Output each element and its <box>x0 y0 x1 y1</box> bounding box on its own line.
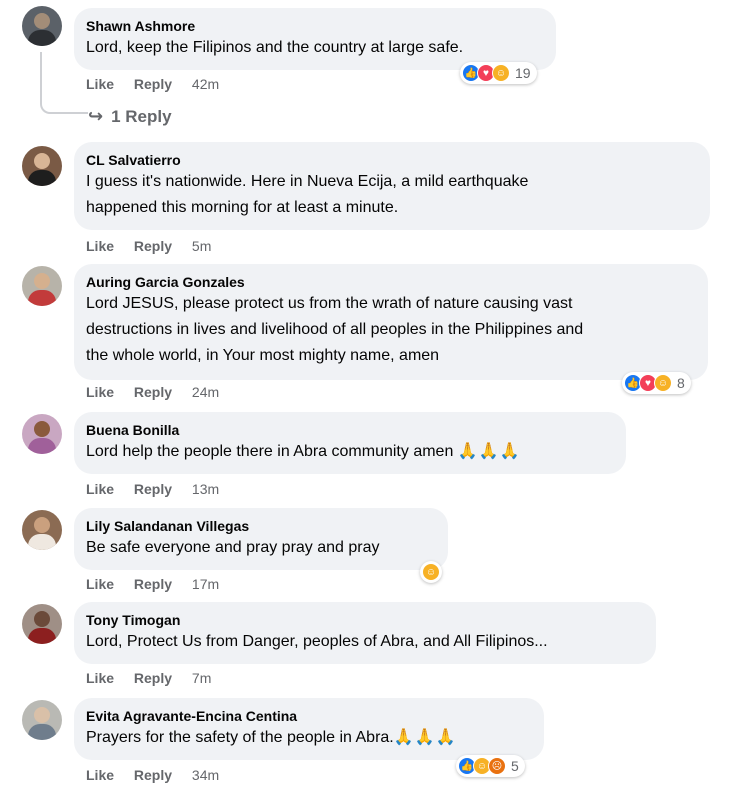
comment-actions: Like Reply 42m <box>86 76 235 92</box>
avatar[interactable] <box>22 510 62 550</box>
comment-actions: Like Reply 17m <box>86 576 235 592</box>
comment-actions: Like Reply 5m <box>86 238 227 254</box>
praying-hands-emoji: 🙏🙏🙏 <box>393 729 457 746</box>
comment-bubble: CL Salvatierro I guess it's nationwide. … <box>74 142 710 230</box>
comment-actions: Like Reply 7m <box>86 670 227 686</box>
timestamp[interactable]: 24m <box>192 384 219 400</box>
comment-actions: Like Reply 24m <box>86 384 235 400</box>
reply-button[interactable]: Reply <box>134 238 172 254</box>
reply-button[interactable]: Reply <box>134 384 172 400</box>
reaction-summary[interactable]: 👍 ♥ ☺ 8 <box>622 372 691 394</box>
comment-text: I guess it's nationwide. Here in Nueva E… <box>86 173 529 190</box>
commenter-name[interactable]: Shawn Ashmore <box>86 17 544 35</box>
timestamp[interactable]: 17m <box>192 576 219 592</box>
comment-text: the whole world, in Your most mighty nam… <box>86 347 440 364</box>
reaction-count: 5 <box>511 758 519 774</box>
reaction-count: 8 <box>677 375 685 391</box>
avatar[interactable] <box>22 414 62 454</box>
reaction-summary[interactable]: ☺ <box>420 561 442 583</box>
comment-bubble: Lily Salandanan Villegas Be safe everyon… <box>74 508 448 570</box>
comment-actions: Like Reply 13m <box>86 481 235 497</box>
comment-bubble: Evita Agravante-Encina Centina Prayers f… <box>74 698 544 760</box>
avatar[interactable] <box>22 700 62 740</box>
comment-text: Lord help the people there in Abra commu… <box>86 439 614 465</box>
timestamp[interactable]: 7m <box>192 670 211 686</box>
comment-text: happened this morning for at least a min… <box>86 199 399 216</box>
comment-text: Be safe everyone and pray pray and pray <box>86 539 380 556</box>
like-button[interactable]: Like <box>86 384 114 400</box>
comment-text: Lord, keep the Filipinos and the country… <box>86 39 464 56</box>
timestamp[interactable]: 34m <box>192 767 219 783</box>
comment-text: Lord, Protect Us from Danger, peoples of… <box>86 633 548 650</box>
comment-actions: Like Reply 34m <box>86 767 235 783</box>
view-replies-label: 1 Reply <box>111 106 172 126</box>
like-button[interactable]: Like <box>86 238 114 254</box>
praying-hands-emoji: 🙏🙏🙏 <box>457 443 521 460</box>
reply-button[interactable]: Reply <box>134 767 172 783</box>
care-reaction-icon: ☺ <box>492 64 510 82</box>
like-button[interactable]: Like <box>86 481 114 497</box>
avatar[interactable] <box>22 146 62 186</box>
comment-text: destructions in lives and livelihood of … <box>86 321 584 338</box>
like-button[interactable]: Like <box>86 76 114 92</box>
reply-button[interactable]: Reply <box>134 76 172 92</box>
like-button[interactable]: Like <box>86 576 114 592</box>
avatar[interactable] <box>22 266 62 306</box>
like-button[interactable]: Like <box>86 670 114 686</box>
reaction-count: 19 <box>515 65 531 81</box>
reply-button[interactable]: Reply <box>134 481 172 497</box>
reaction-summary[interactable]: 👍 ♥ ☺ 19 <box>460 62 537 84</box>
timestamp[interactable]: 13m <box>192 481 219 497</box>
comment-bubble: Auring Garcia Gonzales Lord JESUS, pleas… <box>74 264 708 380</box>
comment-bubble: Tony Timogan Lord, Protect Us from Dange… <box>74 602 656 664</box>
comment-text-body: Lord help the people there in Abra commu… <box>86 443 454 460</box>
care-reaction-icon: ☺ <box>422 563 440 581</box>
timestamp[interactable]: 42m <box>192 76 219 92</box>
reply-arrow-icon: ↪ <box>88 106 104 126</box>
commenter-name[interactable]: Lily Salandanan Villegas <box>86 517 436 535</box>
like-button[interactable]: Like <box>86 767 114 783</box>
comment-text: Prayers for the safety of the people in … <box>86 725 532 751</box>
angry-reaction-icon: ☹ <box>488 757 506 775</box>
view-replies-link[interactable]: ↪ 1 Reply <box>88 106 172 127</box>
avatar[interactable] <box>22 604 62 644</box>
commenter-name[interactable]: CL Salvatierro <box>86 151 698 169</box>
comment-bubble: Buena Bonilla Lord help the people there… <box>74 412 626 474</box>
care-reaction-icon: ☺ <box>654 374 672 392</box>
commenter-name[interactable]: Tony Timogan <box>86 611 644 629</box>
reply-button[interactable]: Reply <box>134 576 172 592</box>
comment-bubble: Shawn Ashmore Lord, keep the Filipinos a… <box>74 8 556 70</box>
commenter-name[interactable]: Buena Bonilla <box>86 421 614 439</box>
comment-text: Lord JESUS, please protect us from the w… <box>86 295 573 312</box>
commenter-name[interactable]: Evita Agravante-Encina Centina <box>86 707 532 725</box>
avatar[interactable] <box>22 6 62 46</box>
timestamp[interactable]: 5m <box>192 238 211 254</box>
reaction-summary[interactable]: 👍 ☺ ☹ 5 <box>456 755 525 777</box>
reply-button[interactable]: Reply <box>134 670 172 686</box>
commenter-name[interactable]: Auring Garcia Gonzales <box>86 273 696 291</box>
comment-text-body: Prayers for the safety of the people in … <box>86 729 394 746</box>
